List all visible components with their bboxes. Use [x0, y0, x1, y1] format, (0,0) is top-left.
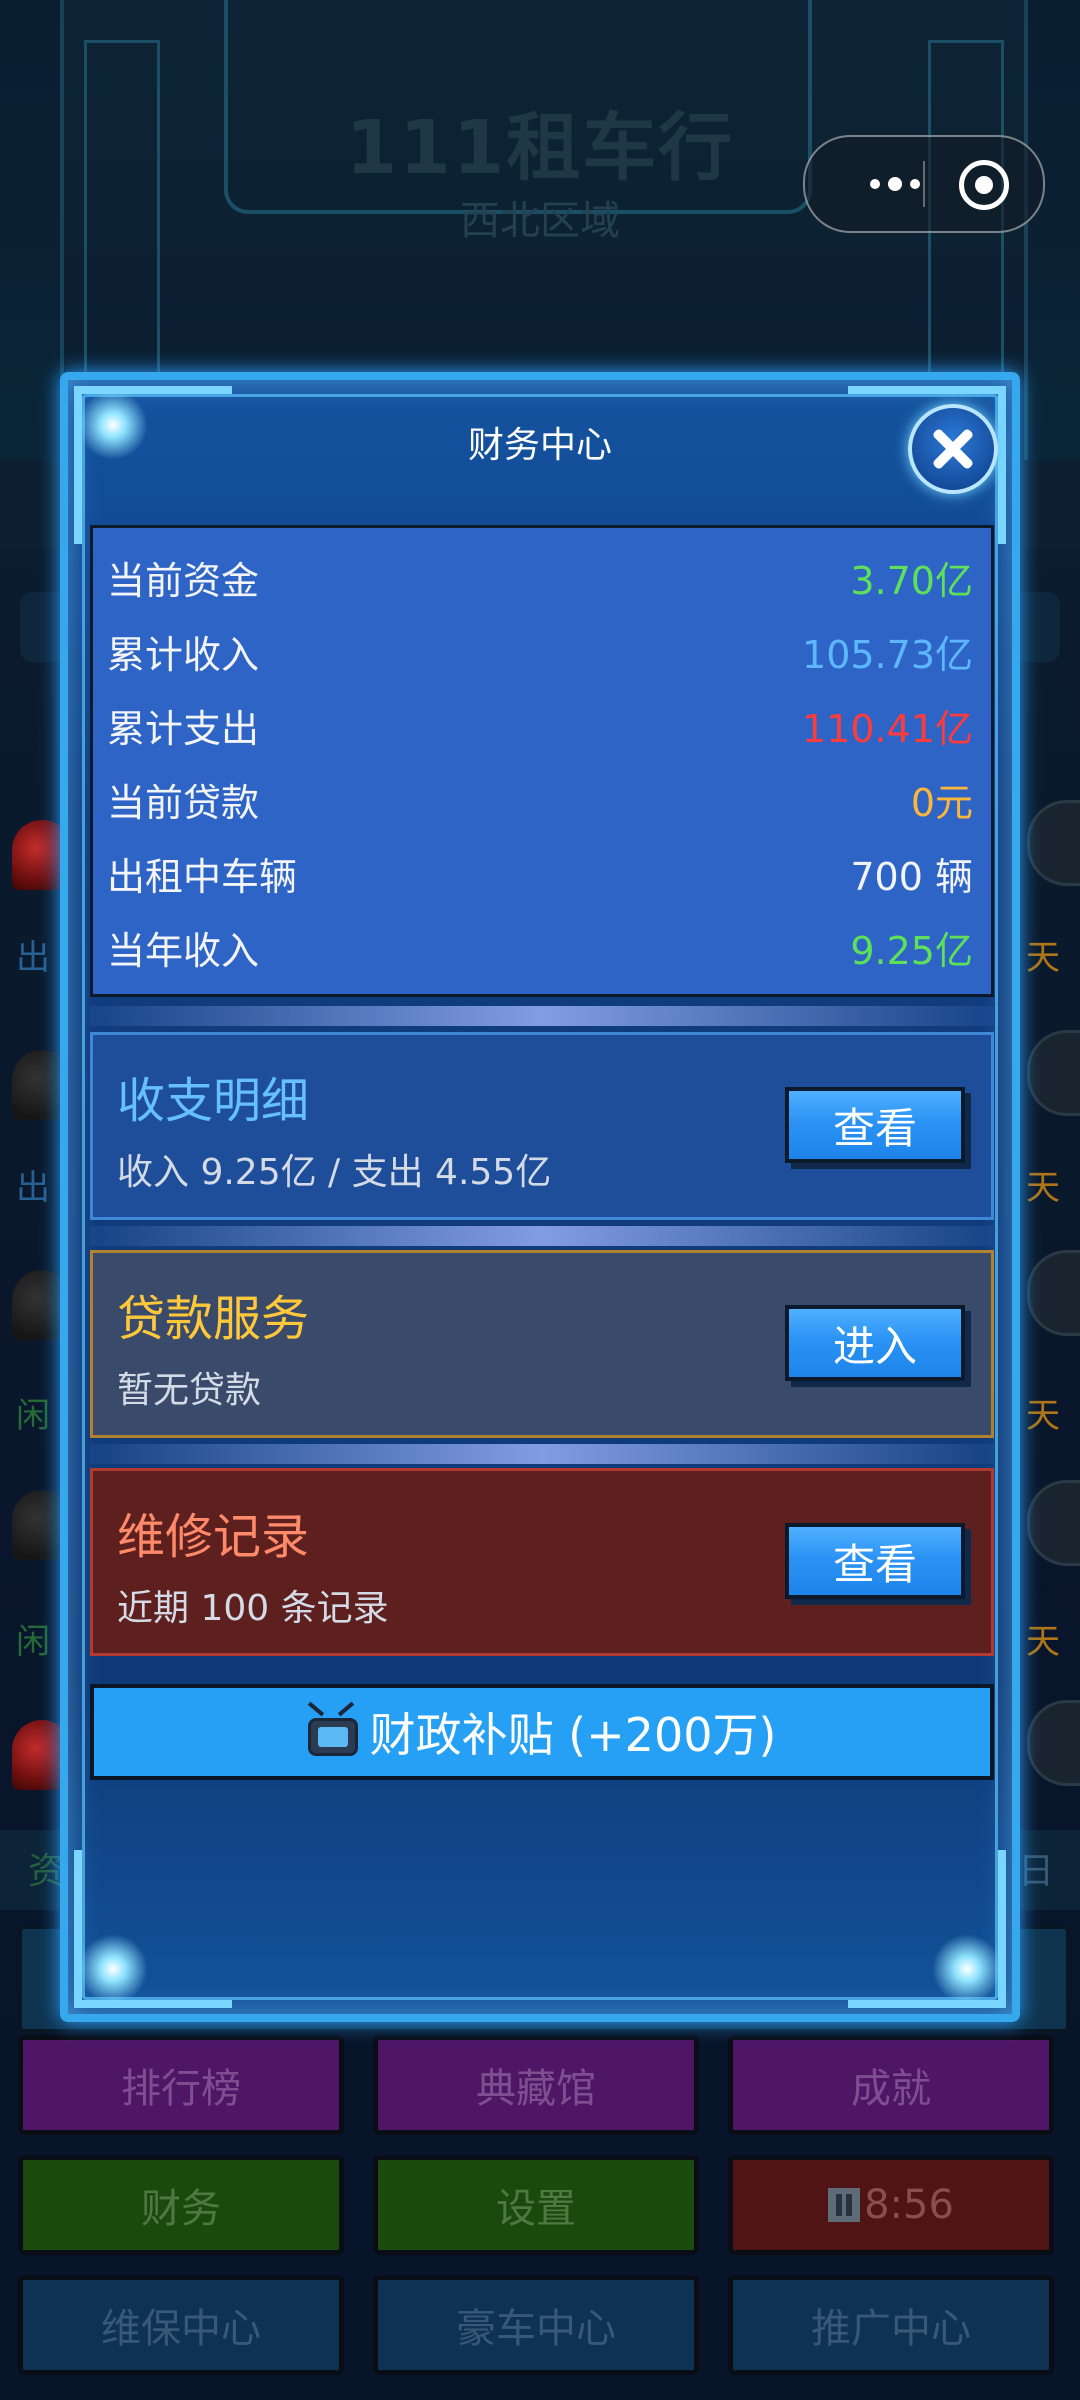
- stat-row-rented-vehicles: 出租中车辆 700 辆: [107, 836, 973, 910]
- capsule-divider: [923, 161, 925, 207]
- dialog-title: 财务中心: [467, 425, 612, 466]
- exit-miniprogram-icon[interactable]: [959, 160, 1009, 210]
- stat-label: 当前资金: [107, 558, 260, 603]
- section-divider: [90, 1226, 994, 1246]
- view-income-expense-button[interactable]: 查看: [785, 1087, 965, 1163]
- stat-label: 出租中车辆: [107, 854, 298, 899]
- card-description: 收入 9.25亿 / 支出 4.55亿: [117, 1152, 552, 1193]
- section-divider: [90, 1006, 994, 1026]
- stat-value: 9.25亿: [850, 928, 973, 973]
- stat-label: 累计收入: [107, 632, 260, 677]
- stat-label: 累计支出: [107, 706, 260, 751]
- finance-center-dialog: 财务中心 当前资金 3.70亿 累计收入 105.73亿 累计支出 110.41…: [60, 372, 1020, 2022]
- stat-value: 3.70亿: [850, 558, 973, 603]
- stat-value: 0元: [910, 780, 973, 825]
- subsidy-label: 财政补贴 (+200万): [369, 1708, 777, 1762]
- loan-service-card: 贷款服务 暂无贷款 进入: [90, 1250, 994, 1438]
- card-title: 收支明细: [117, 1073, 310, 1129]
- stat-row-current-funds: 当前资金 3.70亿: [107, 540, 973, 614]
- stat-row-total-expense: 累计支出 110.41亿: [107, 688, 973, 762]
- stat-label: 当前贷款: [107, 780, 260, 825]
- fiscal-subsidy-button[interactable]: 财政补贴 (+200万): [90, 1684, 994, 1780]
- stat-value: 105.73亿: [802, 632, 973, 677]
- card-title: 贷款服务: [117, 1291, 310, 1347]
- corner-glow: [932, 1934, 1002, 2004]
- stat-value: 110.41亿: [802, 706, 973, 751]
- section-divider: [90, 1444, 994, 1464]
- corner-glow: [78, 1934, 148, 2004]
- card-description: 暂无贷款: [117, 1370, 262, 1411]
- more-options-icon[interactable]: [835, 137, 955, 231]
- miniprogram-capsule: [803, 135, 1045, 233]
- card-description: 近期 100 条记录: [117, 1588, 389, 1629]
- stat-label: 当年收入: [107, 928, 260, 973]
- finance-stats-panel: 当前资金 3.70亿 累计收入 105.73亿 累计支出 110.41亿 当前贷…: [90, 525, 994, 997]
- close-icon[interactable]: [908, 404, 998, 494]
- tv-icon: [307, 1718, 358, 1756]
- repair-records-card: 维修记录 近期 100 条记录 查看: [90, 1468, 994, 1656]
- enter-loan-service-button[interactable]: 进入: [785, 1305, 965, 1381]
- income-expense-card: 收支明细 收入 9.25亿 / 支出 4.55亿 查看: [90, 1032, 994, 1220]
- stat-row-current-loan: 当前贷款 0元: [107, 762, 973, 836]
- stat-row-total-income: 累计收入 105.73亿: [107, 614, 973, 688]
- card-title: 维修记录: [117, 1509, 310, 1565]
- stat-row-year-income: 当年收入 9.25亿: [107, 910, 973, 984]
- stat-value: 700 辆: [850, 854, 973, 899]
- view-repair-records-button[interactable]: 查看: [785, 1523, 965, 1599]
